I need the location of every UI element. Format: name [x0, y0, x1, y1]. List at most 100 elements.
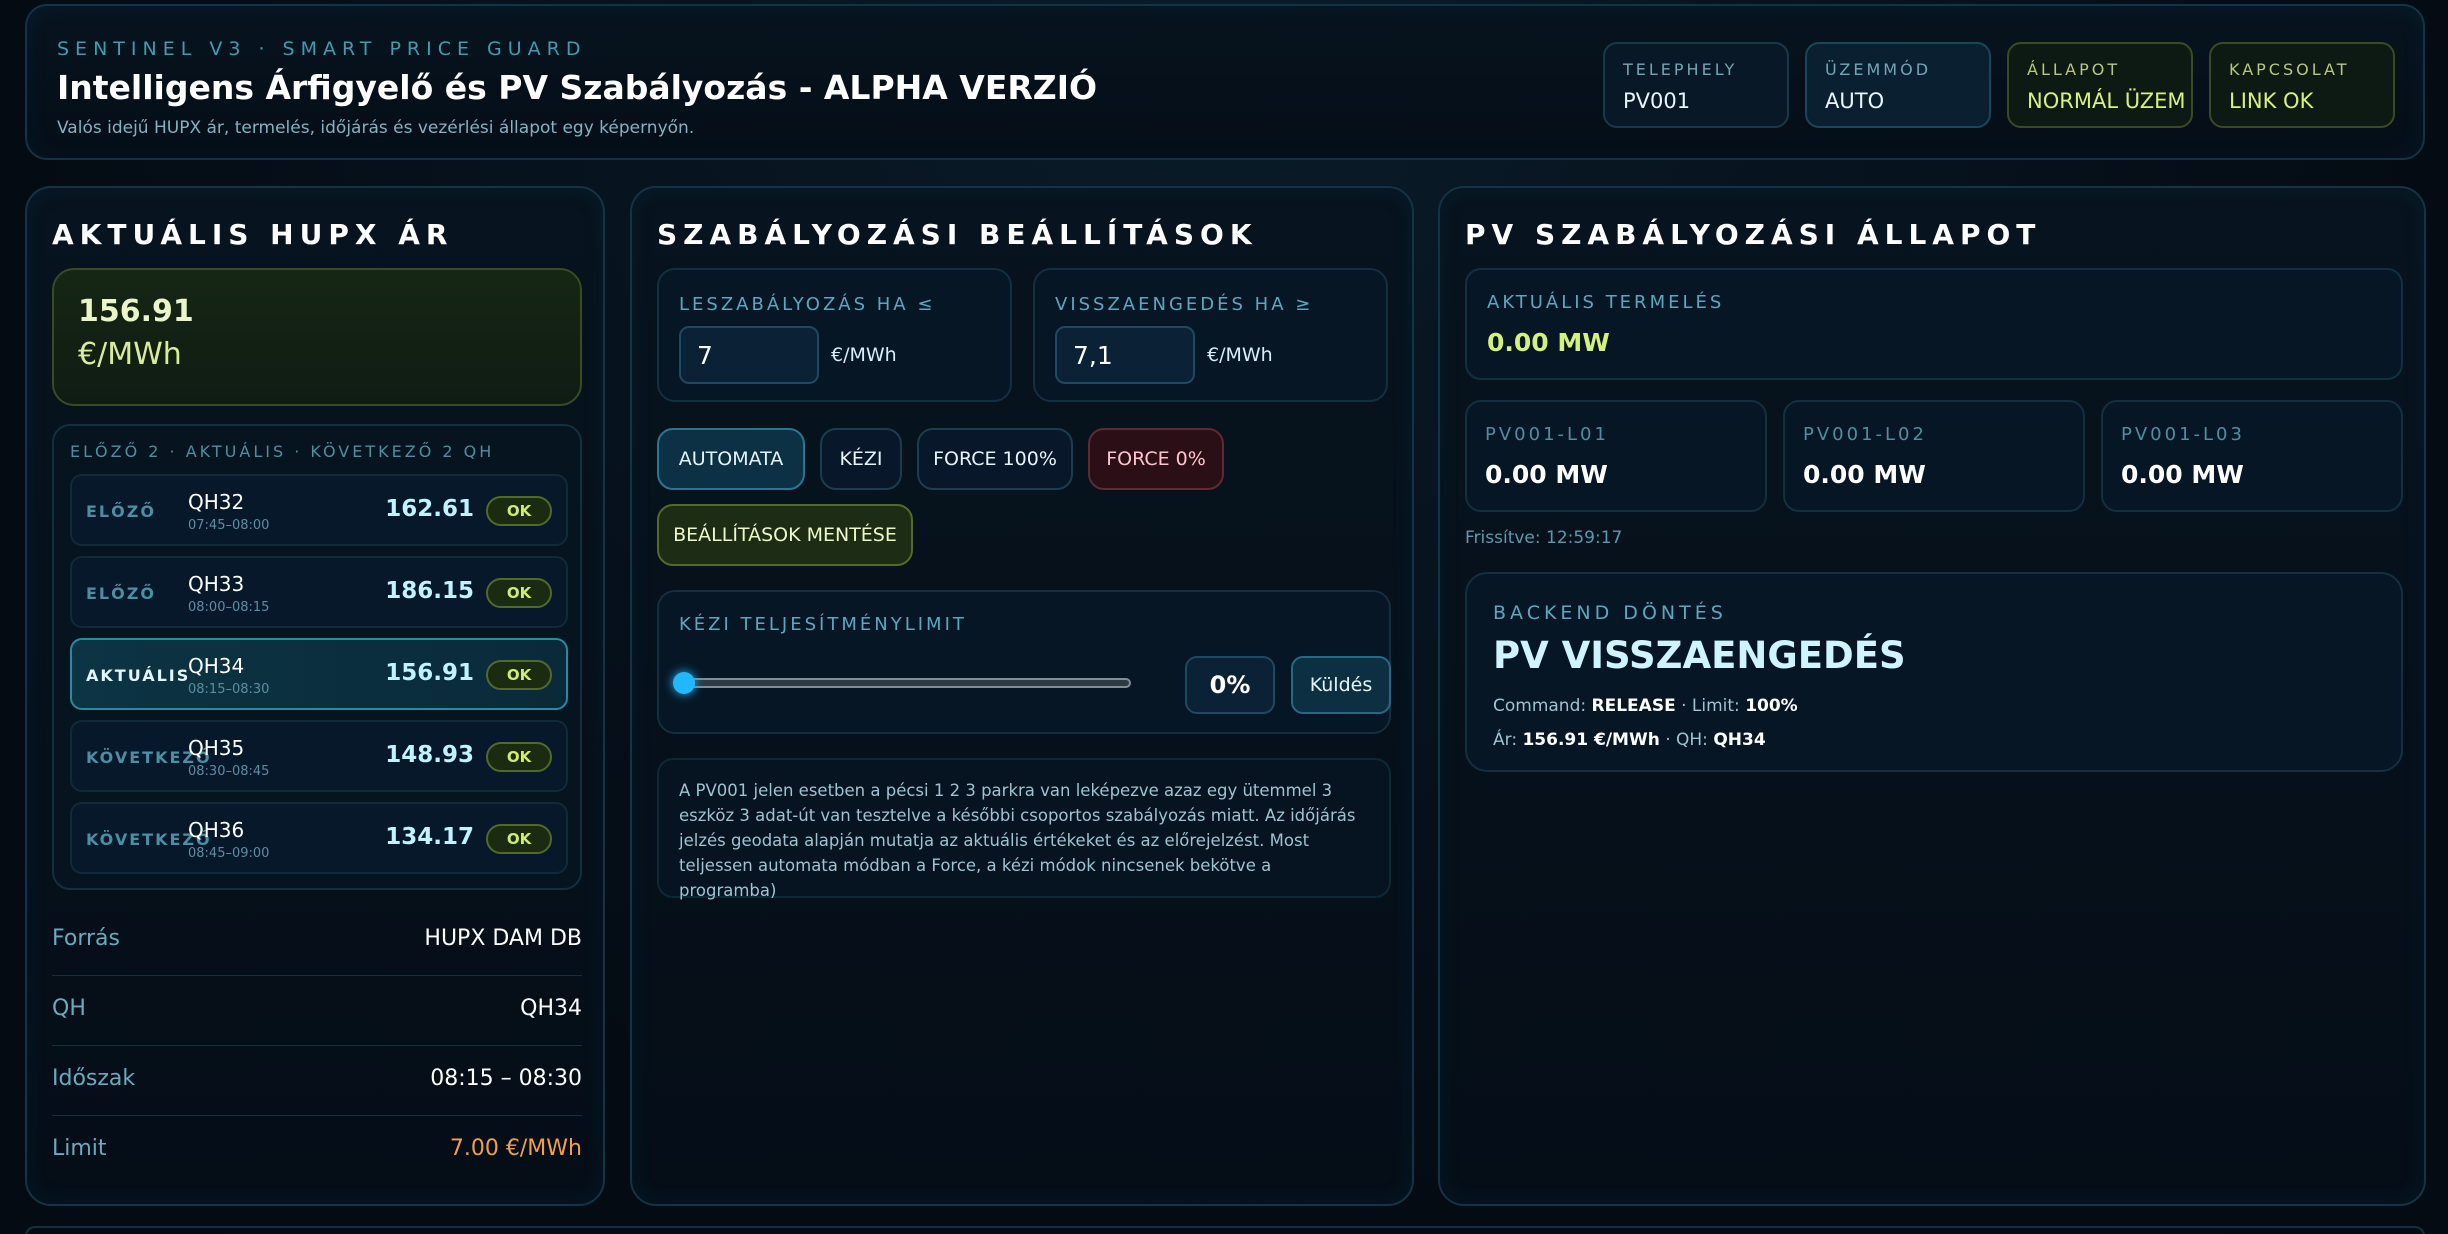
- ok-badge: OK: [486, 660, 552, 690]
- manual-limit-slider[interactable]: [681, 678, 1131, 688]
- qh-row: KÖVETKEZŐ QH36 08:45–09:00 134.17 OK: [70, 802, 568, 874]
- app-eyebrow: SENTINEL V3 · SMART PRICE GUARD: [57, 38, 587, 60]
- qh-value: QH34: [1713, 730, 1766, 750]
- unit-label: PV001-L01: [1485, 424, 1609, 445]
- detail-value: HUPX DAM DB: [424, 926, 582, 951]
- qh-row-price: 134.17: [385, 824, 474, 850]
- decision-value: PV VISSZAENGEDÉS: [1493, 634, 1906, 677]
- release-threshold-unit: €/MWh: [1207, 344, 1273, 366]
- price-panel: AKTUÁLIS HUPX ÁR 156.91 €/MWh ELŐZŐ 2 · …: [25, 186, 605, 1206]
- save-settings-button[interactable]: BEÁLLÍTÁSOK MENTÉSE: [657, 504, 913, 566]
- qh-row-name: QH36: [188, 818, 245, 842]
- unit-card-l01: PV001-L01 0.00 MW: [1465, 400, 1767, 512]
- chip-value: PV001: [1623, 89, 1691, 113]
- manual-limit-value: 0%: [1185, 656, 1275, 714]
- limit-value: 100%: [1745, 696, 1798, 716]
- chip-value: NORMÁL ÜZEM: [2027, 89, 2186, 113]
- mode-chip: ÜZEMMÓD AUTO: [1805, 42, 1991, 128]
- production-card: AKTUÁLIS TERMELÉS 0.00 MW: [1465, 268, 2403, 380]
- separator: ·: [1681, 696, 1687, 716]
- force-0-button[interactable]: FORCE 0%: [1088, 428, 1224, 490]
- current-price-unit: €/MWh: [78, 337, 182, 372]
- page-title: Intelligens Árfigyelő és PV Szabályozás …: [57, 68, 1098, 107]
- qh-row: ELŐZŐ QH32 07:45–08:00 162.61 OK: [70, 474, 568, 546]
- price-key: Ár:: [1493, 730, 1518, 750]
- curtail-threshold-input[interactable]: [679, 326, 819, 384]
- qh-row-price: 156.91: [385, 660, 474, 686]
- site-chip: TELEPHELY PV001: [1603, 42, 1789, 128]
- decision-command-line: Command: RELEASE · Limit: 100%: [1493, 696, 1798, 716]
- qh-row-name: QH32: [188, 490, 245, 514]
- qh-row-tag: AKTUÁLIS: [86, 666, 191, 685]
- status-panel-title: PV SZABÁLYOZÁSI ÁLLAPOT: [1465, 218, 2042, 251]
- price-panel-title: AKTUÁLIS HUPX ÁR: [52, 218, 454, 251]
- qh-row: KÖVETKEZŐ QH35 08:30–08:45 148.93 OK: [70, 720, 568, 792]
- settings-panel-title: SZABÁLYOZÁSI BEÁLLÍTÁSOK: [657, 218, 1258, 251]
- current-price-box: 156.91 €/MWh: [52, 268, 582, 406]
- chip-value: AUTO: [1825, 89, 1885, 113]
- detail-limit: Limit 7.00 €/MWh: [52, 1116, 582, 1186]
- qh-row-time: 08:45–09:00: [188, 846, 270, 861]
- detail-qh: QH QH34: [52, 976, 582, 1046]
- status-panel: PV SZABÁLYOZÁSI ÁLLAPOT AKTUÁLIS TERMELÉ…: [1438, 186, 2426, 1206]
- release-threshold-label: VISSZAENGEDÉS HA ≥: [1055, 294, 1314, 315]
- backend-decision-card: BACKEND DÖNTÉS PV VISSZAENGEDÉS Command:…: [1465, 572, 2403, 772]
- qh-row-price: 148.93: [385, 742, 474, 768]
- refreshed-timestamp: Frissítve: 12:59:17: [1465, 528, 1623, 548]
- ok-badge: OK: [486, 742, 552, 772]
- state-chip: ÁLLAPOT NORMÁL ÜZEM: [2007, 42, 2193, 128]
- qh-row-name: QH35: [188, 736, 245, 760]
- mode-auto-button[interactable]: AUTOMATA: [657, 428, 805, 490]
- decision-price-line: Ár: 156.91 €/MWh · QH: QH34: [1493, 730, 1766, 750]
- price-value: 156.91 €/MWh: [1522, 730, 1660, 750]
- header-panel: SENTINEL V3 · SMART PRICE GUARD Intellig…: [25, 4, 2425, 160]
- release-threshold-card: VISSZAENGEDÉS HA ≥ €/MWh: [1033, 268, 1388, 402]
- chip-label: ÜZEMMÓD: [1825, 60, 1932, 79]
- detail-value: 7.00 €/MWh: [449, 1136, 582, 1161]
- command-value: RELEASE: [1591, 696, 1676, 716]
- qh-row-name: QH33: [188, 572, 245, 596]
- qh-key: QH:: [1676, 730, 1708, 750]
- ok-badge: OK: [486, 578, 552, 608]
- send-button[interactable]: Küldés: [1291, 656, 1391, 714]
- force-100-button[interactable]: FORCE 100%: [917, 428, 1073, 490]
- qh-row-time: 08:15–08:30: [188, 682, 270, 697]
- separator: ·: [1665, 730, 1671, 750]
- qh-row: ELŐZŐ QH33 08:00–08:15 186.15 OK: [70, 556, 568, 628]
- unit-label: PV001-L03: [2121, 424, 2245, 445]
- unit-value: 0.00 MW: [1803, 460, 1926, 489]
- qh-row-tag: ELŐZŐ: [86, 584, 156, 603]
- production-value: 0.00 MW: [1487, 328, 1610, 357]
- qh-row-time: 08:00–08:15: [188, 600, 270, 615]
- slider-thumb[interactable]: [673, 672, 695, 694]
- info-note: A PV001 jelen esetben a pécsi 1 2 3 park…: [657, 758, 1391, 900]
- detail-key: Időszak: [52, 1066, 136, 1091]
- command-key: Command:: [1493, 696, 1587, 716]
- unit-value: 0.00 MW: [2121, 460, 2244, 489]
- detail-value: QH34: [520, 996, 582, 1021]
- detail-key: Limit: [52, 1136, 107, 1161]
- connection-chip: KAPCSOLAT LINK OK: [2209, 42, 2395, 128]
- curtail-threshold-card: LESZABÁLYOZÁS HA ≤ €/MWh: [657, 268, 1012, 402]
- unit-value: 0.00 MW: [1485, 460, 1608, 489]
- production-label: AKTUÁLIS TERMELÉS: [1487, 292, 1725, 313]
- curtail-threshold-unit: €/MWh: [831, 344, 897, 366]
- qh-row-time: 08:30–08:45: [188, 764, 270, 779]
- chip-label: ÁLLAPOT: [2027, 60, 2121, 79]
- qh-row-name: QH34: [188, 654, 245, 678]
- unit-label: PV001-L02: [1803, 424, 1927, 445]
- qh-row-time: 07:45–08:00: [188, 518, 270, 533]
- qh-row-current: AKTUÁLIS QH34 08:15–08:30 156.91 OK: [70, 638, 568, 710]
- release-threshold-input[interactable]: [1055, 326, 1195, 384]
- mode-manual-button[interactable]: KÉZI: [820, 428, 902, 490]
- page-subtitle: Valós idejű HUPX ár, termelés, időjárás …: [57, 118, 695, 138]
- detail-period: Időszak 08:15 – 08:30: [52, 1046, 582, 1116]
- qh-row-price: 186.15: [385, 578, 474, 604]
- qh-list-header: ELŐZŐ 2 · AKTUÁLIS · KÖVETKEZŐ 2 QH: [70, 442, 495, 461]
- chip-label: TELEPHELY: [1623, 60, 1738, 79]
- qh-list: ELŐZŐ 2 · AKTUÁLIS · KÖVETKEZŐ 2 QH ELŐZ…: [52, 424, 582, 890]
- ok-badge: OK: [486, 496, 552, 526]
- manual-limit-card: KÉZI TELJESÍTMÉNYLIMIT 0% Küldés: [657, 590, 1391, 734]
- bottom-panel-edge: [25, 1226, 2425, 1234]
- limit-key: Limit:: [1691, 696, 1740, 716]
